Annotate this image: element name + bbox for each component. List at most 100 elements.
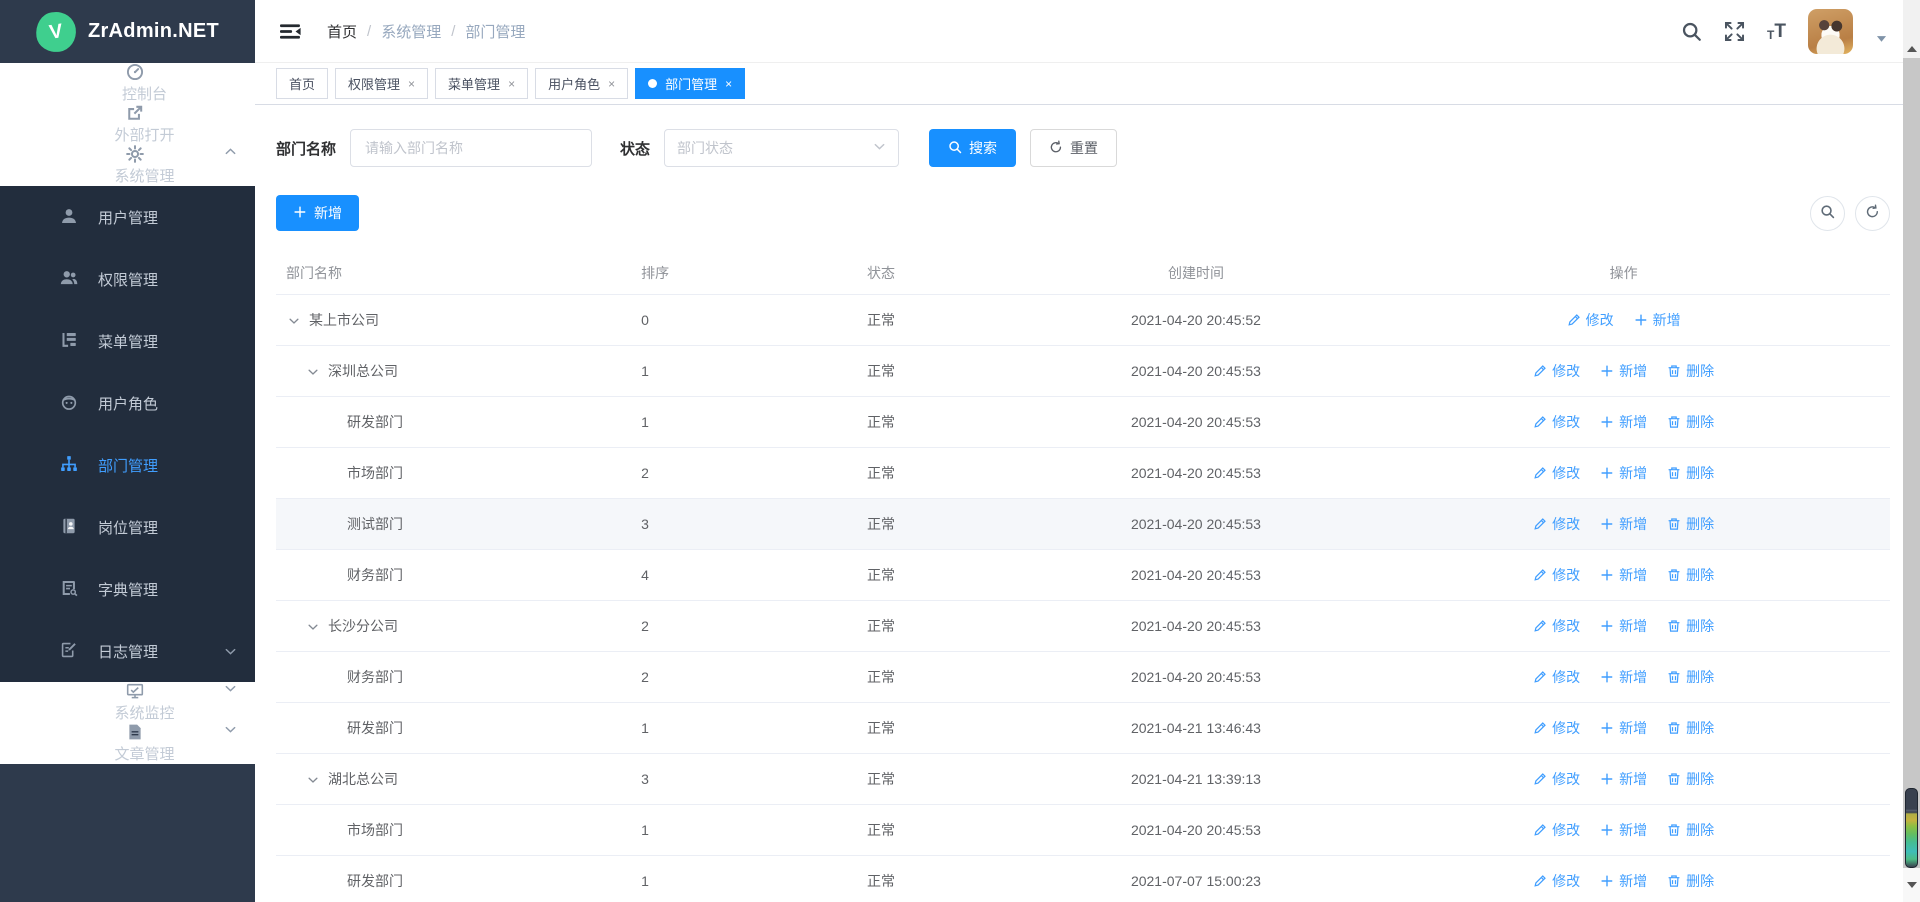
fullscreen-icon[interactable] (1724, 21, 1745, 42)
sidebar-item-external-open[interactable]: 外部打开 (0, 104, 255, 145)
edit-link[interactable]: 修改 (1533, 565, 1580, 585)
add-link[interactable]: 新增 (1600, 718, 1647, 738)
sidebar-item-log-management[interactable]: 日志管理 (0, 620, 255, 682)
reset-button[interactable]: 重置 (1030, 129, 1117, 167)
edit-link[interactable]: 修改 (1533, 514, 1580, 534)
expand-row-icon[interactable] (307, 619, 322, 634)
delete-link[interactable]: 删除 (1667, 667, 1714, 687)
delete-link[interactable]: 删除 (1667, 412, 1714, 432)
plus-icon (1600, 721, 1614, 735)
tab-close-icon[interactable]: × (725, 77, 732, 91)
delete-link[interactable]: 删除 (1667, 463, 1714, 483)
search-icon[interactable] (1681, 21, 1702, 42)
sidebar-collapse-icon[interactable] (276, 17, 305, 46)
table-row: 测试部门 3 正常 2021-04-20 20:45:53 修改新增删除 (276, 499, 1890, 550)
tab-close-icon[interactable]: × (608, 77, 615, 91)
department-name: 深圳总公司 (328, 361, 398, 381)
col-header-sort: 排序 (631, 263, 857, 283)
user-menu-caret-icon[interactable] (1875, 32, 1888, 45)
sidebar-item-dashboard[interactable]: 控制台 (0, 63, 255, 104)
tab-department[interactable]: 部门管理 × (635, 68, 745, 99)
tab-close-icon[interactable]: × (508, 77, 515, 91)
sidebar-item-system-monitor[interactable]: 系统监控 (0, 682, 255, 723)
edit-link[interactable]: 修改 (1533, 820, 1580, 840)
dept-name-input[interactable] (350, 129, 592, 167)
add-link[interactable]: 新增 (1600, 565, 1647, 585)
edit-link[interactable]: 修改 (1533, 361, 1580, 381)
delete-link[interactable]: 删除 (1667, 769, 1714, 789)
tab-home[interactable]: 首页 (276, 68, 328, 99)
add-link[interactable]: 新增 (1600, 463, 1647, 483)
edit-icon (1533, 670, 1547, 684)
status-select[interactable]: 部门状态 (664, 129, 899, 167)
delete-link[interactable]: 删除 (1667, 361, 1714, 381)
delete-link[interactable]: 删除 (1667, 871, 1714, 891)
sidebar-item-department-management[interactable]: 部门管理 (0, 434, 255, 496)
add-link[interactable]: 新增 (1600, 616, 1647, 636)
action-label: 删除 (1686, 871, 1714, 891)
breadcrumb-item[interactable]: 首页 (327, 21, 357, 42)
tab-label: 菜单管理 (448, 74, 500, 93)
edit-link[interactable]: 修改 (1533, 412, 1580, 432)
tab-close-icon[interactable]: × (408, 77, 415, 91)
sidebar-item-user-management[interactable]: 用户管理 (0, 186, 255, 248)
edit-link[interactable]: 修改 (1567, 310, 1614, 330)
action-label: 修改 (1552, 616, 1580, 636)
sidebar-item-dict-management[interactable]: 字典管理 (0, 558, 255, 620)
delete-link[interactable]: 删除 (1667, 718, 1714, 738)
sidebar-item-article-management[interactable]: 文章管理 (0, 723, 255, 764)
sort-value: 1 (631, 873, 857, 889)
sidebar-item-menu-management[interactable]: 菜单管理 (0, 310, 255, 372)
add-link[interactable]: 新增 (1600, 412, 1647, 432)
action-label: 修改 (1552, 769, 1580, 789)
expand-row-icon[interactable] (288, 313, 303, 328)
edit-link[interactable]: 修改 (1533, 667, 1580, 687)
tab-menu[interactable]: 菜单管理 × (435, 68, 528, 99)
tab-user-role[interactable]: 用户角色 × (535, 68, 628, 99)
add-link[interactable]: 新增 (1634, 310, 1681, 330)
scrollbar-thumb[interactable] (1905, 788, 1918, 868)
sidebar-item-label: 控制台 (122, 83, 167, 104)
font-size-icon[interactable]: TT (1767, 22, 1786, 41)
delete-link[interactable]: 删除 (1667, 616, 1714, 636)
edit-link[interactable]: 修改 (1533, 718, 1580, 738)
add-link[interactable]: 新增 (1600, 871, 1647, 891)
trash-icon (1667, 670, 1681, 684)
search-button[interactable]: 搜索 (929, 129, 1016, 167)
show-search-button[interactable] (1810, 196, 1845, 231)
add-link[interactable]: 新增 (1600, 769, 1647, 789)
active-tab-dot (648, 79, 657, 88)
delete-link[interactable]: 删除 (1667, 514, 1714, 534)
action-label: 新增 (1619, 667, 1647, 687)
sidebar-item-post-management[interactable]: 岗位管理 (0, 496, 255, 558)
filter-form: 部门名称 状态 部门状态 搜索 重置 (276, 129, 1890, 167)
add-link[interactable]: 新增 (1600, 514, 1647, 534)
edit-link[interactable]: 修改 (1533, 871, 1580, 891)
status-value: 正常 (857, 565, 1035, 585)
delete-link[interactable]: 删除 (1667, 820, 1714, 840)
expand-row-icon[interactable] (307, 772, 322, 787)
add-link[interactable]: 新增 (1600, 667, 1647, 687)
sidebar-item-user-roles[interactable]: 用户角色 (0, 372, 255, 434)
add-button[interactable]: 新增 (276, 195, 359, 231)
page-scrollbar[interactable] (1903, 0, 1920, 902)
breadcrumb: 首页/系统管理/部门管理 (327, 21, 525, 42)
add-link[interactable]: 新增 (1600, 820, 1647, 840)
edit-link[interactable]: 修改 (1533, 463, 1580, 483)
delete-link[interactable]: 删除 (1667, 565, 1714, 585)
dict-icon (60, 579, 80, 599)
add-link[interactable]: 新增 (1600, 361, 1647, 381)
user-avatar[interactable] (1808, 9, 1853, 54)
scrollbar-up-arrow[interactable] (1903, 0, 1920, 58)
scrollbar-down-arrow[interactable] (1903, 868, 1920, 902)
sidebar-item-system-management[interactable]: 系统管理 (0, 145, 255, 186)
status-value: 正常 (857, 820, 1035, 840)
sidebar-item-permission-management[interactable]: 权限管理 (0, 248, 255, 310)
edit-link[interactable]: 修改 (1533, 616, 1580, 636)
tab-permission[interactable]: 权限管理 × (335, 68, 428, 99)
expand-row-icon[interactable] (307, 364, 322, 379)
col-header-name: 部门名称 (276, 263, 631, 283)
brand-header[interactable]: V ZrAdmin.NET (0, 0, 255, 63)
edit-link[interactable]: 修改 (1533, 769, 1580, 789)
refresh-table-button[interactable] (1855, 196, 1890, 231)
